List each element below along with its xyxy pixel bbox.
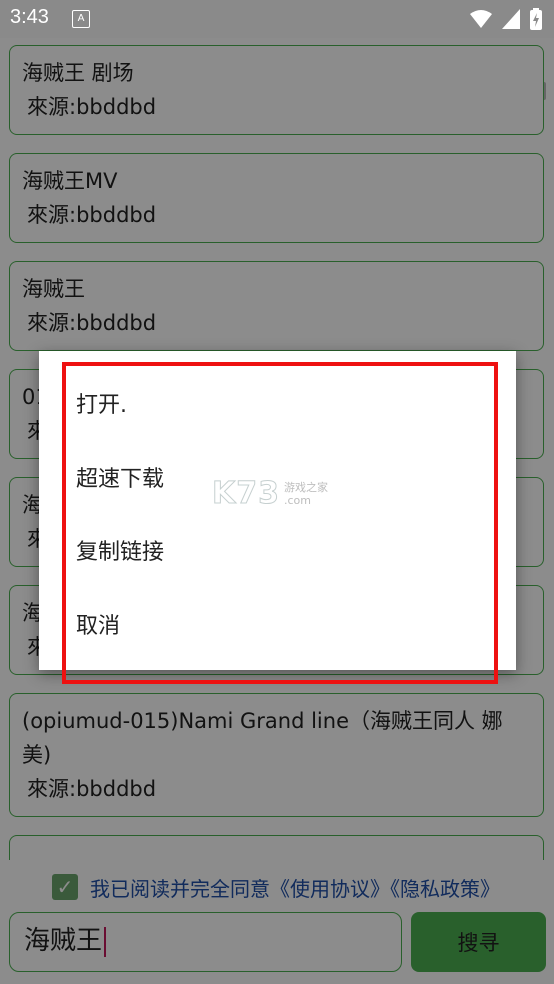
watermark-main: K73 (212, 476, 280, 512)
wifi-icon (470, 10, 492, 28)
watermark-sub-bottom: .com (284, 493, 311, 507)
status-icons (470, 8, 542, 30)
status-bar: 3:43 A (0, 0, 554, 38)
status-time: 3:43 (10, 6, 49, 28)
battery-icon (530, 8, 542, 30)
notification-icon: A (72, 10, 90, 28)
watermark-sub: 游戏之家 .com (284, 481, 328, 507)
watermark-sub-top: 游戏之家 (284, 480, 328, 494)
watermark-logo: K73 游戏之家 .com (212, 476, 329, 512)
signal-icon (502, 9, 520, 29)
highlight-annotation-box (62, 362, 498, 684)
